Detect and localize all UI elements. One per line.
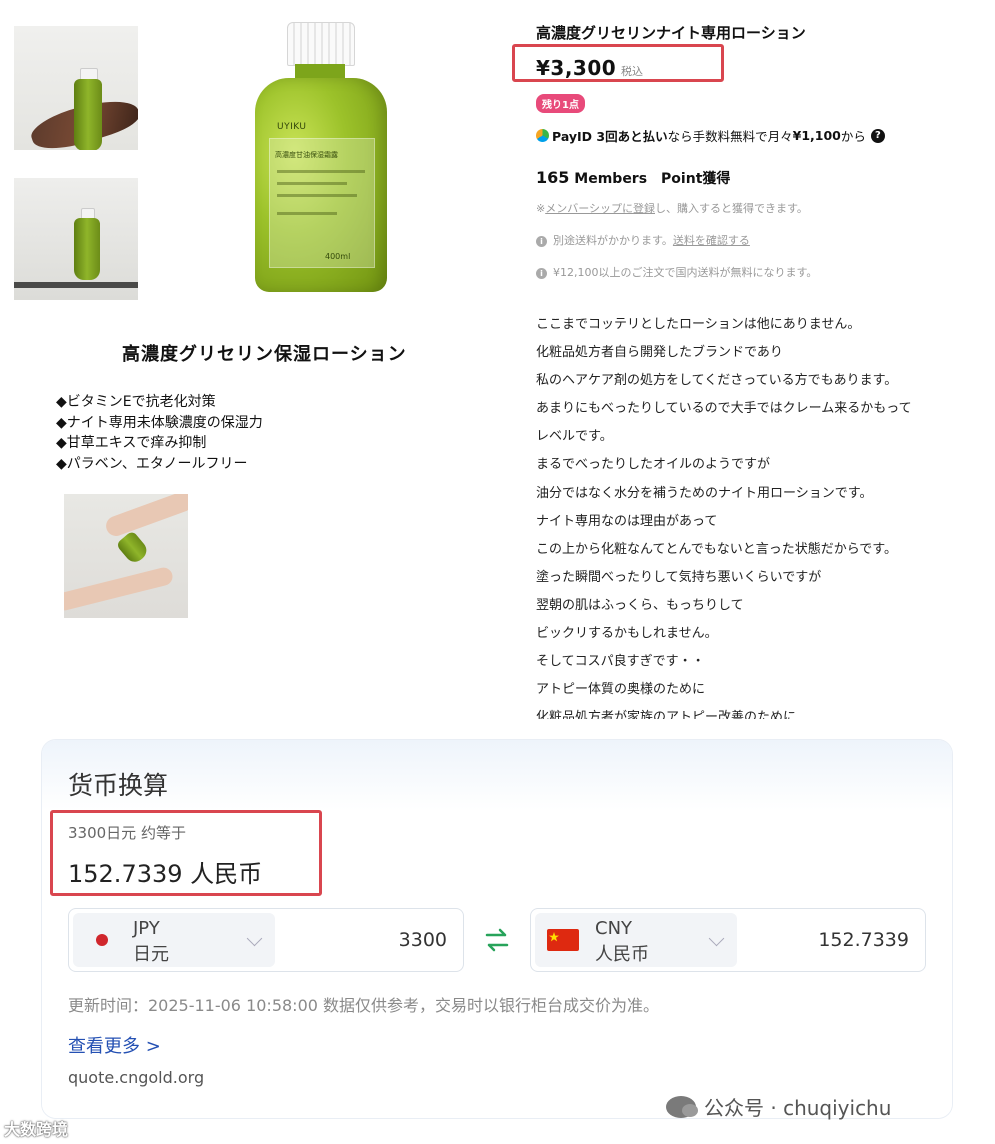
bottle-cap	[287, 22, 355, 66]
description-line: ビックリするかもしれません。	[536, 626, 718, 642]
conversion-source-line: 3300日元 约等于	[68, 824, 186, 842]
chevron-down-icon	[246, 930, 263, 947]
to-currency-select[interactable]: CNY 人民币	[535, 913, 737, 967]
hand	[64, 565, 175, 613]
product-thumbnail-3[interactable]	[64, 494, 188, 618]
wechat-icon	[666, 1095, 698, 1118]
shipping-text: 別途送料がかかります。	[553, 234, 673, 247]
converter-title: 货币换算	[68, 771, 169, 800]
from-amount-input[interactable]: 3300	[399, 929, 447, 951]
info-icon: i	[536, 268, 547, 279]
feature-list: ◆ビタミンEで抗老化対策 ◆ナイト専用未体験濃度の保湿力 ◆甘草エキスで痒み抑制…	[56, 392, 263, 474]
shelf	[14, 282, 138, 288]
swap-icon[interactable]	[484, 926, 510, 954]
from-currency-select[interactable]: JPY 日元	[73, 913, 275, 967]
membership-note: ※メンバーシップに登録し、購入すると獲得できます。	[536, 200, 808, 216]
to-currency-box: CNY 人民币 152.7339	[530, 908, 926, 972]
label-line	[277, 212, 337, 215]
bottle	[115, 530, 151, 566]
feature-item: ◆ナイト専用未体験濃度の保湿力	[56, 414, 263, 431]
bottle-brand: UYIKU	[277, 122, 307, 132]
feature-item: ◆パラベン、エタノールフリー	[56, 455, 248, 472]
product-main-image[interactable]: UYIKU 高濃度甘油保湿霜露 400ml	[255, 22, 387, 292]
hand	[103, 494, 188, 539]
description-line: 油分ではなく水分を補うためのナイト用ローションです。	[536, 485, 873, 501]
to-currency-code: CNY	[595, 918, 633, 939]
description-line: あまりにもべったりしているので大手ではクレーム来るかもって	[536, 401, 912, 417]
bottle-label-text: 高濃度甘油保湿霜露	[275, 151, 338, 159]
description-line: ここまでコッテリとしたローションは他にありません。	[536, 317, 861, 332]
description-line: そしてコスパ良すぎです・・	[536, 654, 705, 670]
stock-badge: 残り1点	[536, 94, 585, 113]
conversion-result: 152.7339 人民币	[68, 860, 263, 888]
watermark-text: 公众号 · chuqiyichu	[704, 1096, 892, 1120]
membership-prefix: ※	[536, 202, 546, 215]
product-price: ¥3,300	[536, 56, 617, 80]
description-line: まるでべったりしたオイルのようですが	[536, 457, 771, 473]
product-title: 高濃度グリセリンナイト専用ローション	[536, 24, 806, 42]
description-line: 塗った瞬間べったりして気持ち悪いくらいですが	[536, 569, 822, 585]
description-line: 私のヘアケア剤の処方をしてくださっている方でもあります。	[536, 373, 898, 389]
payid-row: PayID 3回あと払い なら手数料無料で月々 ¥1,100 から ?	[536, 126, 885, 145]
membership-text: し、購入すると獲得できます。	[655, 202, 808, 215]
china-flag-icon	[547, 929, 579, 951]
product-thumbnail-2[interactable]	[14, 178, 138, 300]
help-icon[interactable]: ?	[870, 128, 885, 143]
description-line: 翌朝の肌はふっくら、もっちりして	[536, 597, 744, 613]
free-shipping-text: ¥12,100以上のご注文で国内送料が無料になります。	[553, 266, 818, 279]
payid-suffix: から	[840, 129, 866, 144]
description-line: アトピー体質の奥様のために	[536, 682, 706, 698]
japan-flag-icon	[96, 934, 108, 946]
feature-item: ◆ビタミンEで抗老化対策	[56, 394, 216, 410]
chevron-down-icon	[708, 930, 725, 947]
shipping-note: i 別途送料がかかります。送料を確認する	[536, 232, 750, 248]
from-currency-code: JPY	[133, 918, 160, 939]
description-line: レベルです。	[536, 429, 613, 445]
from-currency-name: 日元	[133, 944, 169, 965]
points-number: 165	[536, 168, 570, 187]
from-currency-box: JPY 日元 3300	[68, 908, 464, 972]
corner-watermark: 大数跨境	[4, 1120, 69, 1139]
description-line: 化粧品処方者自ら開発したブランドであり	[536, 345, 783, 361]
description-line: ナイト専用なのは理由があって	[536, 513, 718, 529]
payid-icon	[536, 129, 549, 142]
member-points: 165 Members Point獲得	[536, 168, 730, 188]
bottle	[74, 79, 102, 150]
label-line	[277, 170, 365, 173]
payid-amount: ¥1,100	[792, 128, 841, 143]
banner-title: 高濃度グリセリン保湿ローション	[122, 344, 407, 365]
feature-item: ◆甘草エキスで痒み抑制	[56, 435, 207, 451]
wechat-watermark: 公众号 · chuqiyichu	[666, 1092, 891, 1121]
info-icon: i	[536, 236, 547, 247]
product-thumbnail-1[interactable]	[14, 26, 138, 150]
data-source: quote.cngold.org	[68, 1068, 205, 1087]
to-amount-output[interactable]: 152.7339	[818, 929, 909, 951]
membership-link[interactable]: メンバーシップに登録	[545, 202, 655, 215]
tax-label: 税込	[621, 65, 643, 78]
bottle-volume: 400ml	[325, 252, 351, 261]
shipping-link[interactable]: 送料を確認する	[673, 234, 750, 247]
label-line	[277, 182, 347, 185]
update-time-note: 更新时间：2025-11-06 10:58:00 数据仅供参考，交易时以银行柜台…	[68, 996, 660, 1015]
description-line: 化粧品処方者が家族のアトピー改善のために	[536, 710, 797, 719]
see-more-link[interactable]: 查看更多 >	[68, 1032, 161, 1058]
description-line: この上から化粧なんてとんでもないと言った状態だからです。	[536, 541, 898, 557]
label-line	[277, 194, 357, 197]
payid-text: なら手数料無料で月々	[667, 129, 793, 144]
points-label: Members Point獲得	[569, 171, 731, 187]
to-currency-name: 人民币	[595, 944, 649, 965]
product-description: ここまでコッテリとしたローションは他にありません。 化粧品処方者自ら開発したブラ…	[536, 311, 976, 719]
bottle	[74, 218, 100, 280]
free-shipping-note: i ¥12,100以上のご注文で国内送料が無料になります。	[536, 264, 817, 280]
payid-plan: PayID 3回あと払い	[552, 129, 668, 144]
